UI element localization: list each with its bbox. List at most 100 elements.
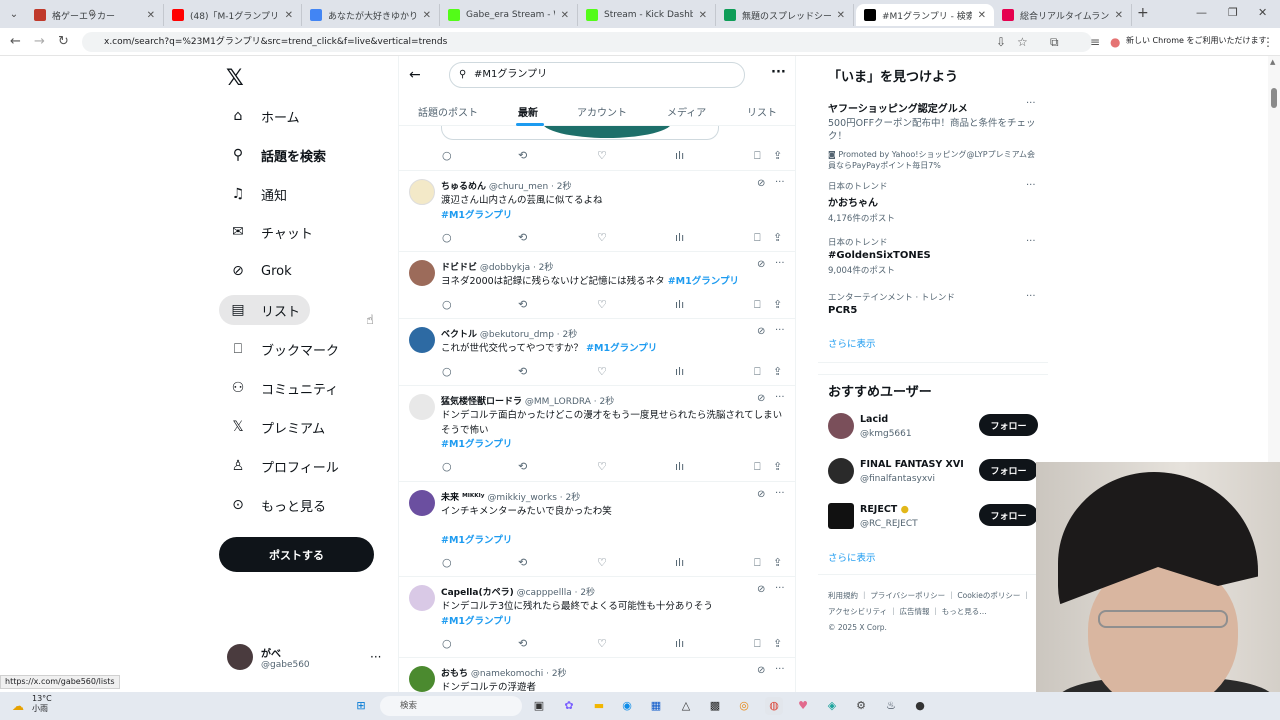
tweet[interactable]: Capella(カペラ) @capppellla · 2秒 ⊘ ··· ドンデコル… — [399, 577, 795, 658]
grok-icon[interactable]: ⊘ — [757, 326, 765, 337]
browser-tab[interactable]: 総合リアルタイムランキング |✕ — [994, 4, 1132, 26]
chrome-icon[interactable]: ◍ — [765, 697, 783, 715]
taskbar-search[interactable]: 検索 — [380, 696, 522, 716]
browser-tab[interactable]: Stream - Kick Dashboard✕ — [578, 4, 716, 26]
grok-icon[interactable]: ⊘ — [757, 259, 765, 270]
suggested-user[interactable]: Lacid @kmg5661 フォロー — [828, 411, 1040, 445]
nav-premium[interactable]: 𝕏 プレミアム — [219, 412, 335, 442]
reply-icon[interactable]: ○ — [442, 149, 452, 162]
show-more-trends-link[interactable]: さらに表示 — [828, 336, 876, 350]
post-button[interactable]: ポストする — [219, 537, 374, 572]
nav-lists[interactable]: ▤ リスト — [219, 295, 311, 325]
views-icon[interactable]: ılı — [675, 637, 684, 650]
avatar[interactable] — [409, 394, 435, 420]
suggested-user[interactable]: REJECT ● @RC_REJECT フォロー — [828, 501, 1040, 535]
site-info-icon[interactable]: ⚙ — [88, 9, 96, 19]
steam-icon[interactable]: ♨ — [882, 697, 900, 715]
views-icon[interactable]: ılı — [675, 149, 684, 162]
like-icon[interactable]: ♡ — [597, 149, 607, 162]
settings-icon[interactable]: ⚙ — [852, 697, 870, 715]
app-icon[interactable]: ◈ — [823, 697, 841, 715]
views-icon[interactable]: ılı — [675, 231, 684, 244]
start-windows-icon[interactable]: ⊞ — [352, 697, 370, 715]
app-icon[interactable]: △ — [677, 697, 695, 715]
close-icon[interactable]: ✕ — [837, 10, 845, 21]
app-icon[interactable]: ♥ — [794, 697, 812, 715]
grok-icon[interactable]: ⊘ — [757, 489, 765, 500]
search-input[interactable]: #M1グランプリ — [449, 62, 745, 88]
profile-avatar-icon[interactable]: ● — [1110, 35, 1120, 49]
nav-bookmarks[interactable]: ⎕ ブックマーク — [219, 334, 349, 364]
share-icon[interactable]: ⇪ — [773, 637, 782, 650]
browser-tab-active[interactable]: #M1グランプリ - 検索 / X✕ — [856, 4, 994, 26]
avatar[interactable] — [828, 458, 854, 484]
avatar[interactable] — [828, 413, 854, 439]
scroll-up-icon[interactable]: ▲ — [1270, 58, 1275, 66]
grok-icon[interactable]: ⊘ — [757, 393, 765, 404]
tweet[interactable]: ドビドビ @dobbykja · 2秒 ⊘ ··· ヨネダ2000は記録に残らない… — [399, 252, 795, 319]
more-horizontal-icon[interactable]: ··· — [775, 177, 785, 188]
nav-grok[interactable]: ⊘ Grok — [219, 256, 302, 286]
avatar[interactable] — [409, 585, 435, 611]
nav-chat[interactable]: ✉ チャット — [219, 217, 323, 247]
more-horizontal-icon[interactable]: ··· — [775, 488, 785, 499]
close-icon[interactable]: ✕ — [285, 10, 293, 21]
close-icon[interactable]: ✕ — [1115, 10, 1123, 21]
tweet[interactable]: 猛気楼怪獣ロードラ @MM_LORDRA · 2秒 ⊘ ··· ドンデコルテ面白か… — [399, 386, 795, 482]
nav-profile[interactable]: ♙ プロフィール — [219, 451, 349, 481]
retweet-icon[interactable]: ⟲ — [518, 149, 527, 162]
app-icon[interactable]: ◎ — [735, 697, 753, 715]
bookmark-icon[interactable]: ⎕ — [754, 365, 761, 379]
maximize-icon[interactable]: ❐ — [1228, 6, 1238, 19]
tab-lists[interactable]: リスト — [747, 104, 777, 119]
close-icon[interactable]: ✕ — [561, 10, 569, 21]
forward-icon[interactable]: → — [34, 34, 45, 49]
copilot-icon[interactable]: ✿ — [560, 697, 578, 715]
avatar[interactable] — [828, 503, 854, 529]
reload-icon[interactable]: ↻ — [58, 34, 69, 49]
views-icon[interactable]: ılı — [675, 365, 684, 378]
url-field[interactable]: x.com/search?q=%23M1グランプリ&src=trend_clic… — [82, 32, 1092, 52]
bookmark-icon[interactable]: ⎕ — [754, 149, 761, 163]
task-view-icon[interactable]: ▣ — [530, 697, 548, 715]
avatar[interactable] — [409, 490, 435, 516]
follow-button[interactable]: フォロー — [979, 459, 1038, 481]
avatar[interactable] — [409, 260, 435, 286]
minimize-icon[interactable]: — — [1196, 6, 1207, 19]
like-icon[interactable]: ♡ — [597, 298, 607, 311]
more-horizontal-icon[interactable]: ··· — [775, 258, 785, 269]
reading-list-icon[interactable]: ≡ — [1090, 35, 1100, 49]
reply-icon[interactable]: ○ — [442, 298, 452, 311]
grok-icon[interactable]: ⊘ — [757, 665, 765, 676]
close-icon[interactable]: ✕ — [699, 10, 707, 21]
more-horizontal-icon[interactable]: ··· — [1026, 236, 1036, 247]
nav-explore[interactable]: ⚲ 話題を検索 — [219, 140, 336, 170]
grok-icon[interactable]: ⊘ — [757, 178, 765, 189]
nav-notifications[interactable]: ♫ 通知 — [219, 179, 297, 209]
grok-icon[interactable]: ⊘ — [757, 584, 765, 595]
install-icon[interactable]: ⇩ — [996, 35, 1006, 49]
obs-icon[interactable]: ● — [911, 697, 929, 715]
file-explorer-icon[interactable]: ▬ — [590, 697, 608, 715]
new-tab-icon[interactable]: + — [1137, 5, 1149, 21]
reply-icon[interactable]: ○ — [442, 365, 452, 378]
tweet[interactable]: ちゅるめん @churu_men · 2秒 ⊘ ··· 渡辺さん山内さんの芸風に似… — [399, 171, 795, 252]
retweet-icon[interactable]: ⟲ — [518, 365, 527, 378]
browser-tab[interactable]: あなたが大好きゆかりちゃん✕ — [302, 4, 440, 26]
more-horizontal-icon[interactable]: ··· — [1026, 98, 1036, 109]
close-icon[interactable]: ✕ — [978, 10, 986, 21]
share-icon[interactable]: ⇪ — [773, 149, 782, 162]
account-switcher[interactable]: がべ @gabe560 ··· — [227, 644, 387, 674]
avatar[interactable] — [409, 179, 435, 205]
reply-icon[interactable]: ○ — [442, 556, 452, 569]
share-icon[interactable]: ⇪ — [773, 460, 782, 473]
bookmark-icon[interactable]: ⎕ — [754, 637, 761, 651]
tab-search-icon[interactable]: ⌄ — [4, 5, 24, 23]
chrome-update-promo[interactable]: 新しい Chrome をご利用いただけます — [1126, 35, 1266, 46]
like-icon[interactable]: ♡ — [597, 460, 607, 473]
tab-latest[interactable]: 最新 — [518, 104, 538, 119]
more-horizontal-icon[interactable]: ··· — [775, 583, 785, 594]
reply-icon[interactable]: ○ — [442, 637, 452, 650]
nav-more[interactable]: ⊙ もっと見る — [219, 490, 336, 520]
x-logo-icon[interactable]: 𝕏 — [226, 66, 244, 91]
